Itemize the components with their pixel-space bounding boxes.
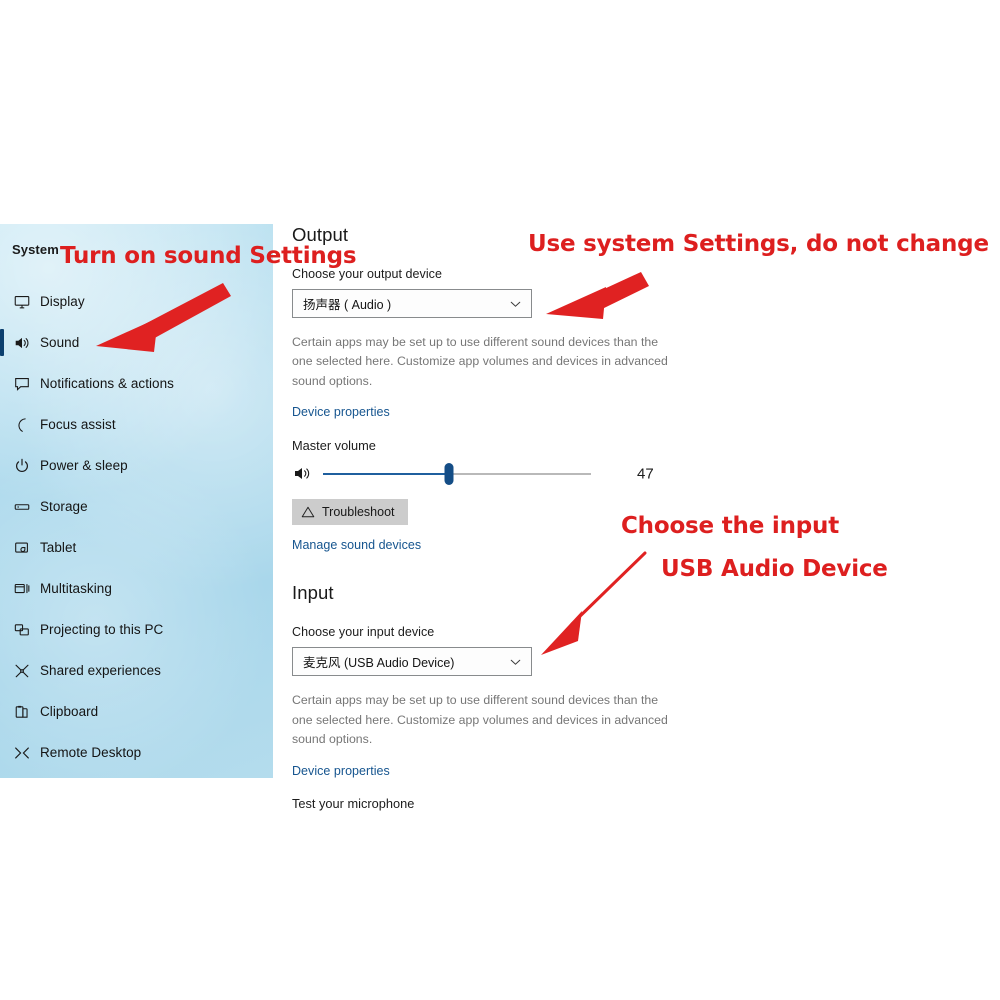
sidebar-item-label: Multitasking [40, 581, 112, 596]
output-note: Certain apps may be set up to use differ… [292, 335, 668, 388]
chevron-down-icon [509, 297, 522, 310]
annotation-choose-input-line2: USB Audio Device [661, 556, 888, 582]
share-icon [12, 661, 32, 681]
output-device-label: Choose your output device [292, 267, 442, 281]
sidebar-item-sound[interactable]: Sound [0, 322, 273, 363]
sidebar-item-power-sleep[interactable]: Power & sleep [0, 445, 273, 486]
sidebar-item-label: Storage [40, 499, 88, 514]
input-note: Certain apps may be set up to use differ… [292, 693, 668, 747]
tablet-icon [12, 538, 32, 558]
sidebar-item-label: Power & sleep [40, 458, 128, 473]
drive-icon [12, 497, 32, 517]
sidebar-item-label: Remote Desktop [40, 745, 142, 760]
monitor-icon [12, 292, 32, 312]
sidebar-title: System [12, 242, 59, 257]
sidebar-item-label: Clipboard [40, 704, 99, 719]
sidebar-item-display[interactable]: Display [0, 281, 273, 322]
sidebar-item-remote-desktop[interactable]: Remote Desktop [0, 732, 273, 773]
speaker-icon[interactable] [293, 465, 315, 483]
output-device-value: 扬声器 ( Audio ) [303, 298, 392, 312]
annotation-use-system-settings: Use system Settings, do not change [528, 231, 989, 257]
volume-thumb[interactable] [444, 463, 454, 486]
sidebar-item-label: Notifications & actions [40, 376, 174, 391]
input-device-label: Choose your input device [292, 625, 435, 640]
sidebar-item-label: Display [40, 294, 85, 309]
power-icon [12, 456, 32, 476]
chat-icon [12, 374, 32, 394]
selection-indicator [0, 329, 4, 356]
volume-value: 47 [637, 465, 654, 483]
output-device-properties-link[interactable]: Device properties [292, 405, 692, 419]
sidebar-item-label: Sound [40, 335, 80, 350]
sidebar-item-tablet[interactable]: Tablet [0, 527, 273, 568]
sidebar-item-label: Shared experiences [40, 663, 161, 678]
sidebar-item-label: Tablet [40, 540, 77, 555]
warning-triangle-icon [301, 505, 315, 519]
sidebar-item-label: Projecting to this PC [40, 622, 164, 637]
settings-sidebar: System Display Sound Notifications & act… [0, 224, 273, 778]
test-microphone-label: Test your microphone [292, 795, 415, 811]
moon-icon [12, 415, 32, 435]
sidebar-item-focus-assist[interactable]: Focus assist [0, 404, 273, 445]
input-device-properties-link[interactable]: Device properties [292, 764, 692, 778]
sidebar-item-label: Focus assist [40, 417, 116, 432]
sidebar-item-projecting[interactable]: Projecting to this PC [0, 609, 273, 650]
output-device-dropdown[interactable]: 扬声器 ( Audio ) [292, 289, 532, 318]
troubleshoot-button[interactable]: Troubleshoot [292, 499, 408, 526]
sidebar-item-shared-experiences[interactable]: Shared experiences [0, 650, 273, 691]
speaker-icon [12, 333, 32, 353]
sidebar-item-multitasking[interactable]: Multitasking [0, 568, 273, 609]
master-volume-label: Master volume [292, 438, 376, 454]
input-device-dropdown[interactable]: 麦克风 (USB Audio Device) [292, 647, 532, 677]
multitask-icon [12, 579, 32, 599]
troubleshoot-label: Troubleshoot [322, 505, 395, 520]
chevron-down-icon [509, 655, 522, 668]
remote-icon [12, 743, 32, 763]
sidebar-item-notifications[interactable]: Notifications & actions [0, 363, 273, 404]
manage-sound-devices-link[interactable]: Manage sound devices [292, 538, 692, 552]
clipboard-icon [12, 702, 32, 722]
input-heading: Input [292, 582, 334, 604]
sidebar-item-storage[interactable]: Storage [0, 486, 273, 527]
input-device-value: 麦克风 (USB Audio Device) [303, 656, 455, 671]
master-volume-slider[interactable]: 47 [292, 461, 692, 487]
project-icon [12, 620, 32, 640]
screenshot-root: System Display Sound Notifications & act… [0, 0, 1000, 1000]
annotation-choose-input-line1: Choose the input [621, 513, 840, 539]
annotation-turn-on-sound: Turn on sound Settings [60, 243, 357, 269]
sidebar-item-clipboard[interactable]: Clipboard [0, 691, 273, 732]
volume-fill [323, 473, 449, 476]
volume-track[interactable] [323, 473, 591, 476]
